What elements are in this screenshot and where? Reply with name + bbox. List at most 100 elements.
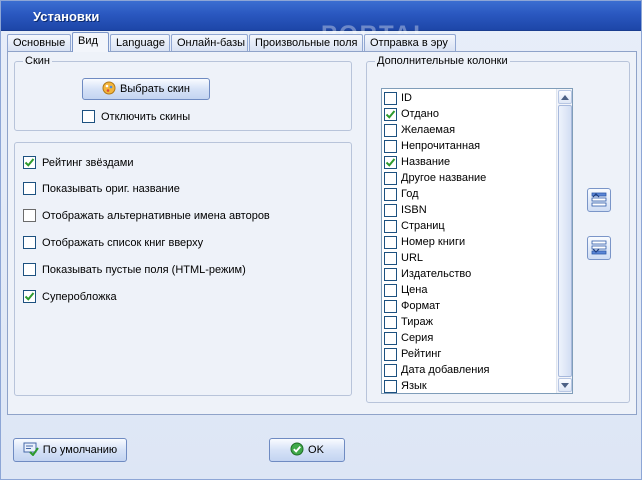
- chevron-down-icon: [561, 379, 569, 391]
- tab-custom-fields[interactable]: Произвольные поля: [249, 34, 363, 51]
- column-option[interactable]: Тираж: [384, 314, 433, 330]
- option-empty-fields-html[interactable]: Показывать пустые поля (HTML-режим): [23, 263, 246, 276]
- column-checkbox[interactable]: [384, 283, 397, 297]
- column-checkbox[interactable]: [384, 139, 397, 153]
- column-option[interactable]: Формат: [384, 298, 440, 314]
- column-checkbox[interactable]: [384, 219, 397, 233]
- column-checkbox[interactable]: [384, 155, 397, 169]
- option-star-rating[interactable]: Рейтинг звёздами: [23, 156, 134, 169]
- column-checkbox[interactable]: [384, 331, 397, 345]
- column-option[interactable]: Издательство: [384, 266, 471, 282]
- move-column-up-button[interactable]: [587, 188, 611, 212]
- option-dust-jacket[interactable]: Суперобложка: [23, 290, 117, 303]
- column-option[interactable]: Страниц: [384, 218, 445, 234]
- column-option[interactable]: ISBN: [384, 202, 427, 218]
- column-option[interactable]: Язык: [384, 378, 427, 393]
- column-checkbox[interactable]: [384, 187, 397, 201]
- column-label: Другое название: [401, 172, 487, 184]
- column-checkbox[interactable]: [384, 251, 397, 265]
- columns-group-legend: Дополнительные колонки: [375, 55, 510, 67]
- move-down-icon: [590, 239, 608, 258]
- column-checkbox[interactable]: [384, 91, 397, 105]
- tab-send[interactable]: Отправка в эру: [364, 34, 456, 51]
- scroll-thumb[interactable]: [558, 105, 572, 377]
- columns-checklist[interactable]: ID Отдано Желаемая Непрочитанная Название Дру…: [381, 88, 573, 394]
- reset-defaults-button[interactable]: По умолчанию: [13, 438, 127, 462]
- column-checkbox[interactable]: [384, 235, 397, 249]
- column-option[interactable]: Серия: [384, 330, 433, 346]
- column-checkbox[interactable]: [384, 123, 397, 137]
- ok-button[interactable]: OK: [269, 438, 345, 462]
- choose-skin-button[interactable]: Выбрать скин: [82, 78, 210, 100]
- empty-fields-label: Показывать пустые поля (HTML-режим): [42, 263, 246, 276]
- column-label: Дата добавления: [401, 364, 490, 376]
- tab-online-bases[interactable]: Онлайн-базы: [171, 34, 248, 51]
- column-option[interactable]: Рейтинг: [384, 346, 441, 362]
- column-checkbox[interactable]: [384, 107, 397, 121]
- column-checkbox[interactable]: [384, 299, 397, 313]
- columns-scrollbar[interactable]: [556, 89, 572, 393]
- alt-author-names-label: Отображать альтернативные имена авторов: [42, 209, 270, 222]
- column-label: Цена: [401, 284, 428, 296]
- ok-check-icon: [290, 442, 304, 459]
- empty-fields-checkbox[interactable]: [23, 263, 36, 276]
- column-option[interactable]: Название: [384, 154, 450, 170]
- tab-panel-view: Скин Выбрать скин Отключить скины Рейтин…: [7, 51, 637, 415]
- reset-defaults-label: По умолчанию: [42, 444, 118, 456]
- disable-skins-label: Отключить скины: [101, 110, 191, 123]
- column-label: Язык: [401, 380, 427, 392]
- column-option[interactable]: Номер книги: [384, 234, 465, 250]
- scroll-down-button[interactable]: [558, 378, 572, 392]
- column-label: Тираж: [401, 316, 433, 328]
- column-label: Рейтинг: [401, 348, 442, 360]
- tab-view[interactable]: Вид: [72, 32, 109, 52]
- star-rating-label: Рейтинг звёздами: [42, 156, 134, 169]
- option-original-title[interactable]: Показывать ориг. название: [23, 182, 180, 195]
- book-list-top-label: Отображать список книг вверху: [42, 236, 204, 249]
- column-label: Название: [401, 156, 451, 168]
- title-bar[interactable]: Установки: [1, 1, 641, 31]
- skin-group-legend: Скин: [23, 55, 52, 67]
- option-book-list-top[interactable]: Отображать список книг вверху: [23, 236, 203, 249]
- column-checkbox[interactable]: [384, 203, 397, 217]
- option-alt-author-names[interactable]: Отображать альтернативные имена авторов: [23, 209, 270, 222]
- column-checkbox[interactable]: [384, 315, 397, 329]
- window-title: Установки: [33, 9, 100, 24]
- column-option[interactable]: Другое название: [384, 170, 486, 186]
- tab-language[interactable]: Language: [110, 34, 170, 51]
- column-checkbox[interactable]: [384, 267, 397, 281]
- column-option[interactable]: Год: [384, 186, 419, 202]
- column-checkbox[interactable]: [384, 363, 397, 377]
- column-option[interactable]: ID: [384, 90, 412, 106]
- column-option[interactable]: URL: [384, 250, 423, 266]
- alt-author-names-checkbox[interactable]: [23, 209, 36, 222]
- disable-skins-option[interactable]: Отключить скины: [82, 110, 190, 123]
- dust-jacket-checkbox[interactable]: [23, 290, 36, 303]
- star-rating-checkbox[interactable]: [23, 156, 36, 169]
- move-column-down-button[interactable]: [587, 236, 611, 260]
- ok-label: OK: [308, 444, 324, 456]
- column-option[interactable]: Цена: [384, 282, 427, 298]
- settings-window: Установки PORTAL www.softportal.com Осно…: [0, 0, 642, 480]
- original-title-label: Показывать ориг. название: [42, 182, 180, 195]
- choose-skin-label: Выбрать скин: [120, 83, 190, 95]
- skin-icon: [102, 81, 116, 98]
- column-checkbox[interactable]: [384, 379, 397, 393]
- column-checkbox[interactable]: [384, 171, 397, 185]
- column-option[interactable]: Желаемая: [384, 122, 455, 138]
- book-list-top-checkbox[interactable]: [23, 236, 36, 249]
- column-option[interactable]: Непрочитанная: [384, 138, 480, 154]
- display-options-group: Рейтинг звёздами Показывать ориг. назван…: [14, 142, 352, 396]
- scroll-up-button[interactable]: [558, 90, 572, 104]
- column-label: ID: [401, 92, 412, 104]
- tab-main[interactable]: Основные: [7, 34, 71, 51]
- defaults-icon: [23, 442, 39, 459]
- disable-skins-checkbox[interactable]: [82, 110, 95, 123]
- additional-columns-group: Дополнительные колонки ID Отдано Желаемая Н…: [366, 55, 630, 403]
- column-option[interactable]: Отдано: [384, 106, 439, 122]
- column-option[interactable]: Дата добавления: [384, 362, 489, 378]
- column-checkbox[interactable]: [384, 347, 397, 361]
- chevron-up-icon: [561, 91, 569, 103]
- original-title-checkbox[interactable]: [23, 182, 36, 195]
- columns-list-items: ID Отдано Желаемая Непрочитанная Название Дру…: [382, 89, 556, 393]
